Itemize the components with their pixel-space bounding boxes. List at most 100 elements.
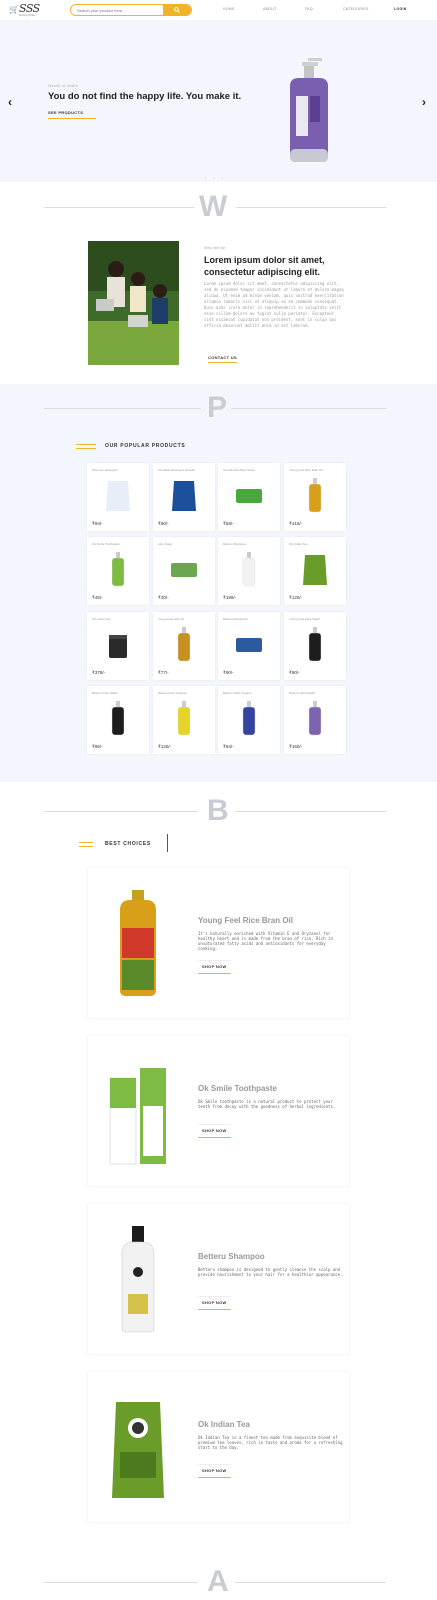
product-card[interactable]: Betteru Toilet Cleaner ₹94/- [218, 686, 280, 754]
product-card[interactable]: Ok Indian Tea ₹120/- [284, 537, 346, 605]
product-card[interactable]: Aloe Soap ₹30/- [153, 537, 215, 605]
label-decoration [76, 444, 96, 445]
section-letter-w: W [199, 190, 228, 223]
nav-categories[interactable]: CATEGORIES [343, 7, 369, 11]
product-card[interactable]: Ok Wash Detergent Powder ₹90/- [153, 463, 215, 531]
divider-line [44, 207, 194, 208]
product-name: Ok Smile Toothpaste [92, 542, 120, 546]
divider-line [44, 1582, 198, 1583]
product-card[interactable]: Betteru Face Wash ₹96/- [87, 686, 149, 754]
product-card[interactable]: Young Feel Rice Bran Oil ₹415/- [284, 463, 346, 531]
divider-line [231, 408, 386, 409]
best-choice-description: Ok Smile toothpaste is a natural product… [198, 1099, 336, 1109]
product-card[interactable]: Young Feel Hair Oil ₹77/- [153, 612, 215, 680]
product-card[interactable]: Premium Detergent ₹94/- [87, 463, 149, 531]
best-choice-title: Betteru Shampoo [198, 1252, 265, 1261]
product-name: Young Feel Face Wash [289, 617, 320, 621]
section-letter-p: P [207, 391, 228, 424]
best-choice-card: Betteru Shampoo Betteru shampoo is design… [88, 1204, 349, 1354]
divider-line [44, 408, 201, 409]
search-icon [174, 7, 180, 13]
product-price: ₹96/- [92, 744, 103, 749]
label-decoration [79, 842, 93, 843]
best-choice-image [121, 1226, 155, 1333]
product-card[interactable]: Betteru Hand Wash ₹160/- [284, 686, 346, 754]
divider-line [236, 207, 386, 208]
product-name: Betteru Hand Wash [289, 691, 316, 695]
hero-prev-arrow[interactable]: ‹ [8, 95, 12, 109]
product-price: ₹378/- [92, 670, 106, 675]
product-image [308, 478, 322, 513]
product-name: Aloe Soap [158, 542, 172, 546]
product-price: ₹90/- [289, 670, 300, 675]
product-image [242, 701, 256, 736]
product-image [171, 563, 197, 577]
product-name: Young Feel Hair Oil [158, 617, 184, 621]
product-card[interactable]: Ok Smile Toothpaste ₹45/- [87, 537, 149, 605]
product-card[interactable]: Betteru Shampoo ₹199/- [218, 537, 280, 605]
hero-carousel-dots[interactable]: • • • [205, 175, 226, 180]
hero-product-image [290, 58, 328, 162]
page: 🛒 SSS Serving Smiles HOME ABOUT FAQ CATE… [0, 0, 437, 1600]
product-price: ₹120/- [158, 744, 172, 749]
hero-title: You do not find the happy life. You make… [48, 91, 242, 102]
best-choice-title: Young Feel Rice Bran Oil [198, 916, 293, 925]
product-image [236, 489, 262, 503]
about-text: Lorem ipsum dolor sit amet, consectetur … [204, 281, 344, 328]
product-price: ₹30/- [158, 595, 169, 600]
product-price: ₹90/- [223, 670, 234, 675]
section-letter-a: A [207, 1565, 229, 1598]
product-card[interactable]: Ok Lotion Gel ₹378/- [87, 612, 149, 680]
product-price: ₹58/- [223, 521, 234, 526]
best-choice-description: Ok Indian Tea is a finest tea made from … [198, 1435, 343, 1450]
nav-home[interactable]: HOME [223, 7, 235, 11]
see-products-button[interactable]: SEE PRODUCTS [48, 110, 96, 119]
product-price: ₹199/- [223, 595, 237, 600]
best-choice-title: Ok Indian Tea [198, 1420, 250, 1429]
product-price: ₹45/- [92, 595, 103, 600]
shop-now-button[interactable]: SHOP NOW [198, 1464, 231, 1478]
best-choice-image [109, 1068, 166, 1165]
product-image [308, 701, 322, 736]
search-button[interactable] [163, 5, 191, 15]
product-card[interactable]: Betteru Floor Cleaner ₹120/- [153, 686, 215, 754]
product-card[interactable]: Betteru Moisturizer ₹90/- [218, 612, 280, 680]
nav-login[interactable]: LOGIN [394, 7, 407, 11]
product-price: ₹94/- [92, 521, 103, 526]
hero-next-arrow[interactable]: › [422, 95, 426, 109]
shop-now-button[interactable]: SHOP NOW [198, 1296, 231, 1310]
best-choices-label: BEST CHOICES [105, 841, 151, 847]
product-price: ₹77/- [158, 670, 169, 675]
product-card[interactable]: Young Feel Face Wash ₹90/- [284, 612, 346, 680]
site-header: 🛒 SSS Serving Smiles HOME ABOUT FAQ CATE… [0, 0, 437, 20]
product-image [308, 627, 322, 662]
divider-line [44, 811, 198, 812]
search-input[interactable] [71, 5, 163, 15]
product-image [177, 627, 191, 662]
product-price: ₹415/- [289, 521, 303, 526]
about-photo [88, 241, 179, 365]
shop-now-button[interactable]: SHOP NOW [198, 960, 231, 974]
divider-line [235, 1582, 386, 1583]
nav-about[interactable]: ABOUT [263, 7, 277, 11]
logo[interactable]: 🛒 SSS Serving Smiles [9, 2, 49, 18]
product-image [242, 552, 256, 587]
product-image [109, 635, 127, 658]
nav-faq[interactable]: FAQ [305, 7, 313, 11]
product-image [177, 701, 191, 736]
brand-tagline: Serving Smiles [19, 14, 36, 17]
best-choice-card: Ok Indian Tea Ok Indian Tea is a finest t… [88, 1372, 349, 1522]
best-choice-image [112, 1402, 164, 1498]
product-price: ₹90/- [158, 521, 169, 526]
contact-us-button[interactable]: CONTACT US [208, 355, 237, 363]
best-choice-title: Ok Smile Toothpaste [198, 1084, 277, 1093]
section-letter-b: B [207, 794, 229, 827]
product-price: ₹94/- [223, 744, 234, 749]
search-bar [70, 4, 192, 16]
best-choice-description: Betteru shampoo is designed to gently cl… [198, 1267, 343, 1277]
best-choice-description: It's naturally enriched with Vitamin E a… [198, 931, 333, 951]
hero-subtitle: Wealth of health [48, 84, 79, 88]
best-choice-card: Young Feel Rice Bran Oil It's naturally e… [88, 868, 349, 1018]
product-card[interactable]: Sunsilk Rice Bran Soap ₹58/- [218, 463, 280, 531]
shop-now-button[interactable]: SHOP NOW [198, 1124, 231, 1138]
